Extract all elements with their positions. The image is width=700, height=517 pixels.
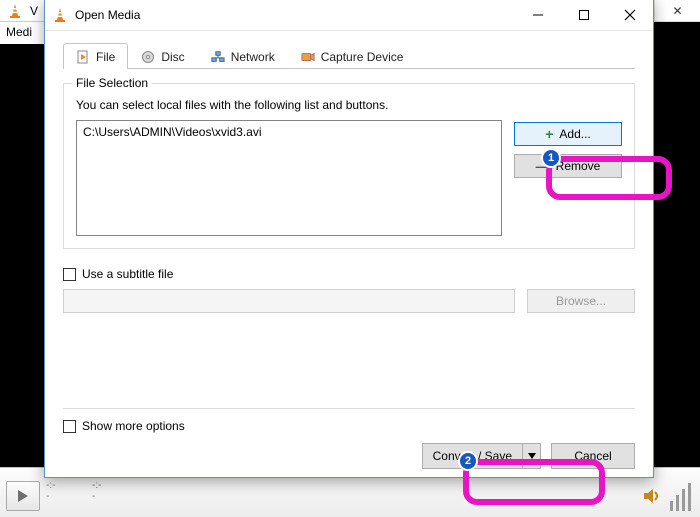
subtitle-checkbox-label: Use a subtitle file	[82, 267, 173, 281]
remove-button[interactable]: — Remove	[514, 154, 622, 178]
separator	[63, 408, 635, 409]
subtitle-checkbox[interactable]	[63, 268, 76, 281]
file-play-icon	[76, 50, 90, 64]
convert-save-button[interactable]: Convert / Save	[422, 443, 541, 469]
more-options-label: Show more options	[82, 419, 185, 433]
play-button[interactable]	[6, 481, 40, 511]
more-options-row: Show more options	[63, 419, 635, 433]
vlc-cone-icon	[53, 7, 67, 23]
subtitle-checkbox-row: Use a subtitle file	[63, 267, 635, 281]
network-icon	[211, 50, 225, 64]
plus-icon: +	[545, 127, 553, 141]
file-selection-group: File Selection You can select local file…	[63, 83, 635, 249]
button-label: Convert / Save	[433, 449, 512, 463]
dropdown-arrow-icon[interactable]	[523, 443, 541, 469]
add-button[interactable]: + Add...	[514, 122, 622, 146]
maximize-button[interactable]	[561, 0, 607, 30]
vlc-cone-icon	[8, 3, 22, 19]
tab-bar: File Disc Network Capture Device	[63, 43, 635, 69]
button-label: Add...	[559, 127, 590, 141]
minimize-button[interactable]	[515, 0, 561, 30]
resize-grip-icon	[670, 481, 694, 511]
file-list[interactable]: C:\Users\ADMIN\Videos\xvid3.avi	[76, 120, 502, 236]
close-button[interactable]	[607, 0, 653, 30]
more-options-checkbox[interactable]	[63, 420, 76, 433]
dialog-bottom: Show more options Convert / Save Cancel	[63, 408, 635, 469]
disc-icon	[141, 50, 155, 64]
cancel-button[interactable]: Cancel	[551, 443, 635, 469]
open-media-dialog: Open Media File Disc Network Capture Dev	[44, 0, 654, 478]
dialog-content: File Disc Network Capture Device File Se…	[45, 31, 653, 477]
tab-label: File	[96, 50, 115, 64]
background-title: V	[30, 4, 38, 18]
capture-icon	[301, 50, 315, 64]
background-close-icon[interactable]: ✕	[654, 0, 700, 22]
background-menu: Medi	[0, 22, 50, 44]
button-label: Cancel	[574, 449, 611, 463]
volume-icon[interactable]	[642, 485, 664, 507]
subtitle-path-input	[63, 289, 515, 313]
button-label: Remove	[556, 159, 601, 173]
tab-label: Network	[231, 50, 275, 64]
button-label: Browse...	[556, 294, 606, 308]
tab-label: Disc	[161, 50, 184, 64]
file-selection-hint: You can select local files with the foll…	[76, 98, 622, 112]
tab-disc[interactable]: Disc	[128, 43, 197, 69]
tab-capture[interactable]: Capture Device	[288, 43, 417, 69]
subtitle-path-row: Browse...	[63, 289, 635, 313]
group-legend: File Selection	[72, 76, 152, 90]
dialog-titlebar: Open Media	[45, 0, 653, 31]
tab-label: Capture Device	[321, 50, 404, 64]
tab-file[interactable]: File	[63, 43, 128, 69]
minus-icon: —	[536, 159, 550, 173]
dialog-title: Open Media	[75, 8, 140, 22]
tab-network[interactable]: Network	[198, 43, 288, 69]
list-item[interactable]: C:\Users\ADMIN\Videos\xvid3.avi	[83, 125, 495, 139]
browse-button: Browse...	[527, 289, 635, 313]
